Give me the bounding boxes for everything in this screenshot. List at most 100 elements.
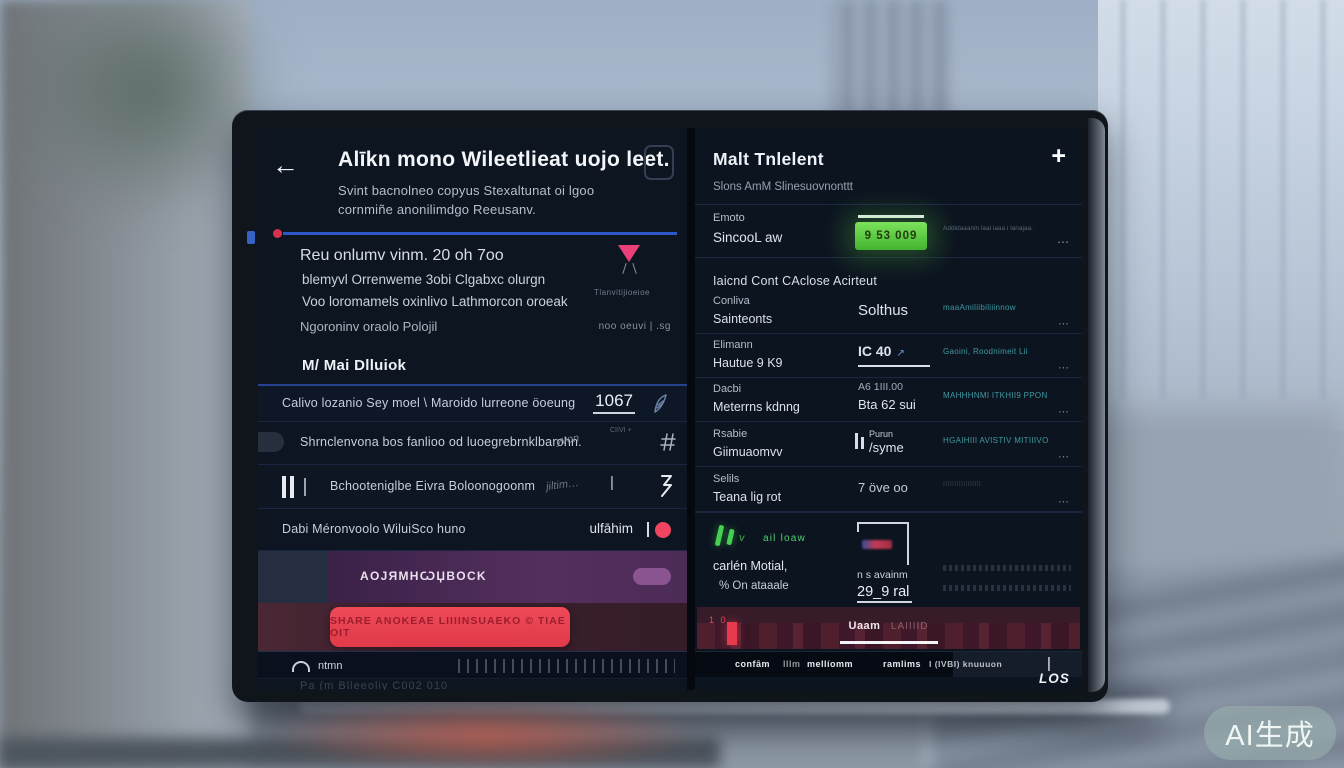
list-panel: Malt Tnlelent + Slons AmM Slinesuovnontt… — [695, 128, 1082, 690]
headphones-icon — [292, 661, 310, 672]
row-value-text: IC 40 — [858, 343, 891, 359]
list-item[interactable]: Dabi Méronvoolo WiluiSco huno ulfāhim — [258, 509, 687, 551]
crop-frame-stub — [857, 522, 859, 532]
toolbar-item[interactable]: IIIm — [783, 659, 801, 669]
divider-bar — [647, 522, 649, 537]
row-link[interactable]: maaAmiliibiliiinnow — [943, 303, 1069, 312]
progress-line — [283, 232, 677, 235]
forward-arrow-icon[interactable] — [657, 473, 675, 499]
toggle-pill[interactable] — [633, 568, 671, 585]
row-link[interactable]: MAHHHNMI ITKHII9 PPON — [943, 391, 1069, 400]
section-title: M/ Mai Dlluiok — [302, 357, 406, 374]
table-row[interactable]: Selils Teana lig rot 7 öve oo IIIIIIIIII… — [695, 468, 1082, 512]
row-sublabel: Meterrns kdnng — [713, 400, 800, 414]
pause-bar-icon — [855, 433, 858, 449]
feather-icon[interactable] — [650, 393, 669, 415]
banner-text-main: Uaam — [849, 620, 881, 632]
trend-arrow-icon: ↗ — [896, 348, 904, 359]
pause-bar-icon — [282, 476, 286, 498]
table-row[interactable]: Conliva Sainteonts Solthus maaAmiliibili… — [695, 290, 1082, 334]
row-label: Elimann — [713, 339, 753, 351]
photo-scene: ← Alīkn mono Wileetlieat uojo leet. Svin… — [0, 0, 1344, 768]
panel-divider — [687, 128, 695, 690]
record-dot-icon[interactable] — [655, 522, 671, 538]
featured-label: Emoto — [713, 212, 745, 224]
banner-text-dim: LAIIIID — [891, 621, 929, 632]
placeholder-line — [943, 585, 1071, 591]
red-screen-reflection — [265, 698, 705, 768]
row-value-top: A6 1III.00 — [858, 381, 903, 393]
back-arrow-icon[interactable]: ← — [272, 150, 299, 181]
green-badge-value: 9 53 009 — [865, 230, 918, 242]
los-badge: LOS — [1039, 671, 1070, 686]
panel-subtitle: Slons AmM Slinesuovnonttt — [713, 181, 853, 193]
more-options-icon[interactable]: ⋯ — [1057, 235, 1070, 249]
pink-marker-icon — [618, 245, 640, 262]
highlighted-row[interactable]: AOЈЯMHѠЏBOCK — [258, 551, 687, 603]
list-item[interactable]: Bchooteniglbe Eivra Boloonogoonm jiltim…… — [258, 465, 687, 509]
green-status-badge: 9 53 009 — [855, 222, 927, 250]
pause-bar-icon — [290, 476, 294, 498]
highlighted-row-fill: AOЈЯMHѠЏBOCK — [328, 551, 687, 603]
divider-pipe: | — [610, 474, 614, 491]
toolbar-item[interactable]: mellíomm — [807, 659, 853, 669]
background-building — [828, 0, 953, 122]
bookmark-outline-icon[interactable] — [644, 145, 674, 180]
more-options-icon[interactable]: ⋯ — [1058, 317, 1070, 330]
row-value: /syme — [869, 440, 904, 455]
page-subtitle-line1: Svint bacnolneo copyus Stexaltunat oi lg… — [338, 183, 594, 198]
toolbar-item[interactable]: ramlims — [883, 659, 921, 669]
row-link[interactable]: HGAIHIII AVISTIV MITIIIVO — [943, 436, 1069, 445]
more-options-icon[interactable]: ⋯ — [1058, 450, 1070, 463]
row-value: Bta 62 sui — [858, 397, 916, 412]
primary-action-button[interactable]: SHARE ANOKEAE LIIIINSUAEKO © TIAE OIT — [330, 607, 570, 647]
list-item[interactable]: Shrnclenvona bos fanlioo od luoegrebrnkl… — [258, 422, 687, 465]
ai-watermark-label: AI生成 — [1225, 712, 1314, 754]
page-subtitle-line2: cornmiñe anonilimdgo Reeusanv. — [338, 202, 536, 217]
row-value-top: Purun — [869, 429, 893, 439]
row-value: 7 öve oo — [858, 480, 908, 495]
row-link[interactable]: Gaoini, Roodnimeit Lii — [943, 347, 1069, 356]
more-options-icon[interactable]: ⋯ — [1058, 495, 1070, 508]
table-row[interactable]: Rsabie Giimuaomvv Purun /syme HGAIHIII A… — [695, 423, 1082, 467]
bezel-blue-tag — [247, 231, 255, 244]
table-row[interactable]: Elimann Hautue 9 K9 IC 40↗ Gaoini, Roodn… — [695, 334, 1082, 378]
player-bar[interactable]: ntmn — [258, 651, 687, 679]
app-screen: ← Alīkn mono Wileetlieat uojo leet. Svin… — [258, 128, 1082, 690]
summary-line-1: Reu onlumv vinm. 20 oh 7oo — [300, 247, 504, 265]
featured-note: Addidaaanin laai iaaa i lanajaa. — [943, 225, 1063, 232]
pink-marker-leg — [632, 263, 636, 274]
row-sublabel: Giimuaomvv — [713, 445, 782, 459]
value-underline — [858, 365, 930, 367]
stats-block[interactable]: v ail loaw carlén Motial, % On ataaale n… — [695, 512, 1082, 605]
waveform-ticks[interactable] — [458, 659, 675, 673]
toolbar-item[interactable]: I (IVBI) knuuuon — [929, 659, 1002, 669]
list-item[interactable]: Calivo lozanio Sey moel \ Maroido lurreo… — [258, 386, 687, 422]
placeholder-line — [943, 565, 1071, 571]
featured-row[interactable]: Emoto SincooL aw 9 53 009 Addidaaanin la… — [695, 204, 1082, 258]
table-row[interactable]: Dacbi Meterrns kdnng A6 1III.00 Bta 62 s… — [695, 378, 1082, 422]
row-label: Conliva — [713, 295, 750, 307]
list-item-count: 1067 — [593, 391, 635, 414]
row-link: IIIIIIIIIIIIIIIII — [943, 481, 1069, 488]
primary-action-label: SHARE ANOKEAE LIIIINSUAEKO © TIAE OIT — [330, 615, 570, 639]
more-options-icon[interactable]: ⋯ — [1058, 405, 1070, 418]
alert-banner[interactable]: 1 0 Uaam LAIIIID — [697, 607, 1080, 649]
add-icon[interactable]: + — [1051, 142, 1066, 171]
green-signal-bar — [715, 525, 725, 547]
toolbar-item[interactable]: confām — [735, 659, 770, 669]
row-sublabel: Sainteonts — [713, 312, 772, 326]
green-check-icon: v — [738, 532, 745, 545]
list-item-text: Bchooteniglbe Eivra Boloonogoonm — [330, 479, 535, 493]
row-sublabel: Teana lig rot — [713, 490, 781, 504]
more-options-icon[interactable]: ⋯ — [1058, 361, 1070, 374]
stats-value-top: n s avainm — [857, 569, 908, 581]
summary-footer-value: noo oeuvi | .sg — [599, 321, 671, 332]
list-item-text: Calivo lozanio Sey moel \ Maroido lurreo… — [282, 396, 575, 410]
stats-value: 29_9 ral — [857, 584, 912, 603]
row-label: Selils — [713, 473, 739, 485]
hash-icon[interactable] — [659, 431, 677, 453]
summary-footer-label: Ngoroninv oraolo Polojil — [300, 319, 437, 334]
list-section-title: Iaicnd Cont CAclose Acirteut — [713, 274, 877, 288]
row-label: Rsabie — [713, 428, 747, 440]
